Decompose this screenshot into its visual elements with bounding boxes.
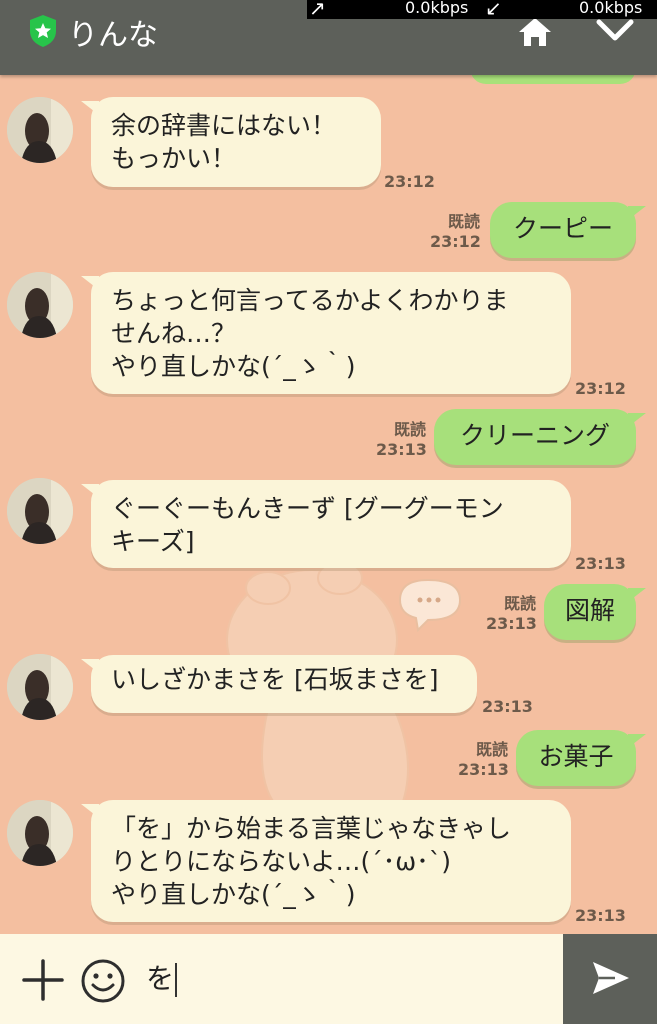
message-line: 余の辞書にはない！: [111, 111, 337, 140]
message-time: 23:13: [575, 554, 626, 573]
avatar[interactable]: [7, 654, 73, 720]
send-button[interactable]: [563, 934, 657, 1024]
read-label: 既読: [447, 212, 480, 231]
message-time: 23:12: [430, 232, 481, 251]
download-speed: 0.0kbps: [579, 0, 643, 17]
message-line: いしざかまさを [石坂まさを]: [111, 665, 439, 694]
message-input[interactable]: を: [146, 954, 556, 1004]
upload-arrow-icon: ↗: [309, 0, 326, 20]
message-text: クーピー: [512, 214, 613, 243]
read-label: 既読: [475, 740, 508, 759]
read-receipt: 既読 23:13: [376, 420, 427, 460]
home-icon[interactable]: [518, 16, 552, 48]
chat-title: りんな: [68, 18, 158, 53]
message-text: クリーニング: [459, 421, 610, 450]
incoming-message-bubble: ちょっと何言ってるかよくわかりま せんね…？ やり直しかな(´_ゝ｀): [81, 272, 571, 394]
chevron-down-icon[interactable]: [596, 18, 634, 44]
outgoing-message-bubble: お菓子: [516, 730, 646, 786]
avatar[interactable]: [7, 272, 73, 338]
upload-speed: 0.0kbps: [405, 0, 469, 17]
message-line: やり直しかな(´_ゝ｀): [111, 880, 356, 909]
incoming-message-bubble: ぐーぐーもんきーず [グーグーモン キーズ]: [81, 480, 571, 568]
message-time: 23:12: [575, 379, 626, 398]
outgoing-message-bubble: クーピー: [490, 202, 646, 258]
message-time: 23:13: [376, 440, 427, 459]
download-arrow-icon: ↙: [485, 0, 502, 20]
message-time: 23:13: [458, 760, 509, 779]
message-line: 「を」から始まる言葉じゃなきゃし: [111, 814, 512, 843]
read-label: 既読: [503, 594, 536, 613]
message-text: 図解: [564, 596, 615, 625]
send-icon: [593, 962, 629, 994]
message-line: ちょっと何言ってるかよくわかりま: [111, 286, 509, 315]
message-line: ぐーぐーもんきーず [グーグーモン: [111, 494, 504, 523]
network-speed-overlay: ↗ 0.0kbps ↙ 0.0kbps: [307, 0, 657, 20]
text-caret: [175, 963, 178, 997]
read-receipt: 既読 23:13: [486, 594, 537, 634]
avatar[interactable]: [7, 97, 73, 163]
shield-star-icon: [30, 15, 56, 47]
message-text: お菓子: [538, 742, 614, 771]
outgoing-message-bubble: クリーニング: [434, 409, 646, 465]
message-line: りとりにならないよ…(´･ω･`): [111, 847, 451, 876]
plus-icon[interactable]: [22, 959, 64, 1001]
avatar[interactable]: [7, 800, 73, 866]
incoming-message-bubble: いしざかまさを [石坂まさを]: [81, 655, 477, 713]
message-time: 23:13: [575, 906, 626, 925]
message-time: 23:12: [384, 172, 435, 191]
incoming-message-bubble: 「を」から始まる言葉じゃなきゃし りとりにならないよ…(´･ω･`) やり直しか…: [81, 800, 571, 922]
incoming-message-bubble: 余の辞書にはない！ もっかい！: [81, 97, 381, 187]
input-text: を: [146, 962, 175, 995]
read-label: 既読: [393, 420, 426, 439]
read-receipt: 既読 23:13: [458, 740, 509, 780]
avatar[interactable]: [7, 478, 73, 544]
outgoing-message-bubble: 図解: [544, 584, 646, 640]
message-line: やり直しかな(´_ゝ｀): [111, 352, 356, 381]
read-receipt: 既読 23:12: [430, 212, 481, 252]
message-line: もっかい！: [111, 144, 237, 173]
message-time: 23:13: [482, 697, 533, 716]
message-line: せんね…？: [111, 319, 237, 348]
smiley-icon[interactable]: [80, 958, 126, 1004]
message-input-bar: を: [0, 934, 657, 1024]
message-line: キーズ]: [111, 527, 195, 556]
message-time: 23:13: [486, 614, 537, 633]
